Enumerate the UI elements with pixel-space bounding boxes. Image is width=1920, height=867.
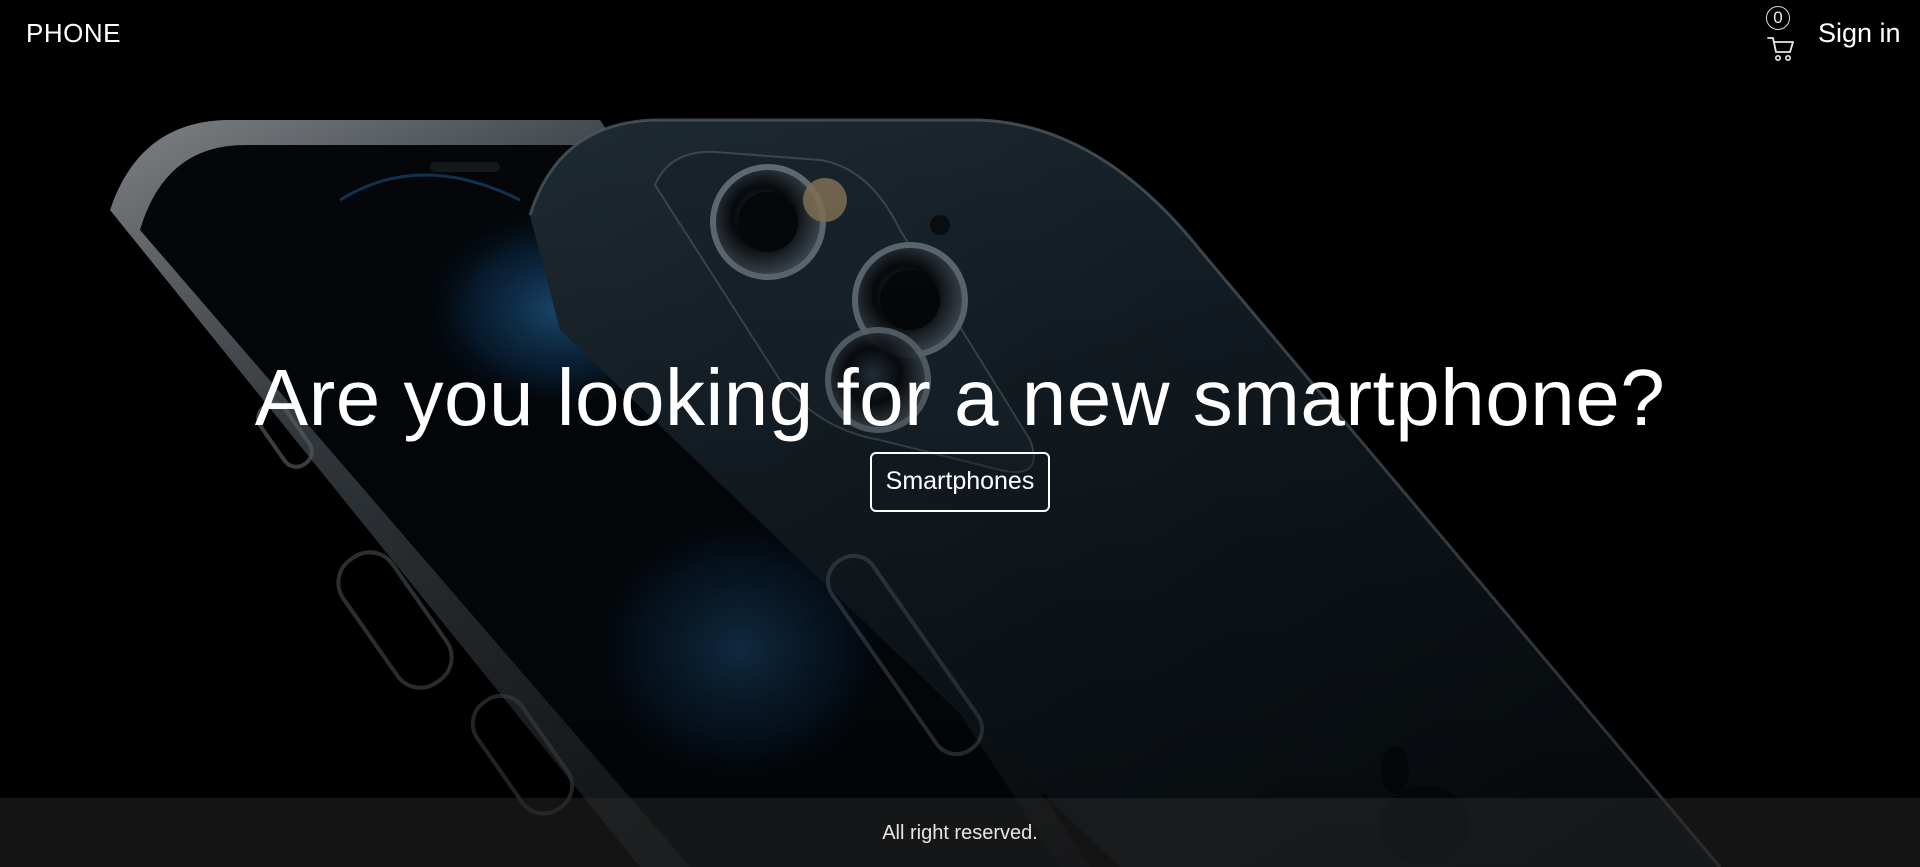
cart-count-badge: 0 xyxy=(1766,6,1790,30)
hero-headline: Are you looking for a new smartphone? xyxy=(254,353,1666,442)
sign-in-link[interactable]: Sign in xyxy=(1818,18,1901,49)
top-navbar: PHONE 0 Sign in xyxy=(0,0,1920,70)
footer-copyright-text: All right reserved. xyxy=(882,822,1038,844)
footer: All right reserved. xyxy=(0,798,1920,867)
brand-logo-link[interactable]: PHONE xyxy=(26,18,121,49)
cart-button[interactable]: 0 xyxy=(1762,6,1798,62)
shopping-cart-icon xyxy=(1767,37,1794,61)
smartphones-button[interactable]: Smartphones xyxy=(870,452,1050,512)
page: PHONE 0 Sign in Are you looking for a ne… xyxy=(0,0,1920,867)
